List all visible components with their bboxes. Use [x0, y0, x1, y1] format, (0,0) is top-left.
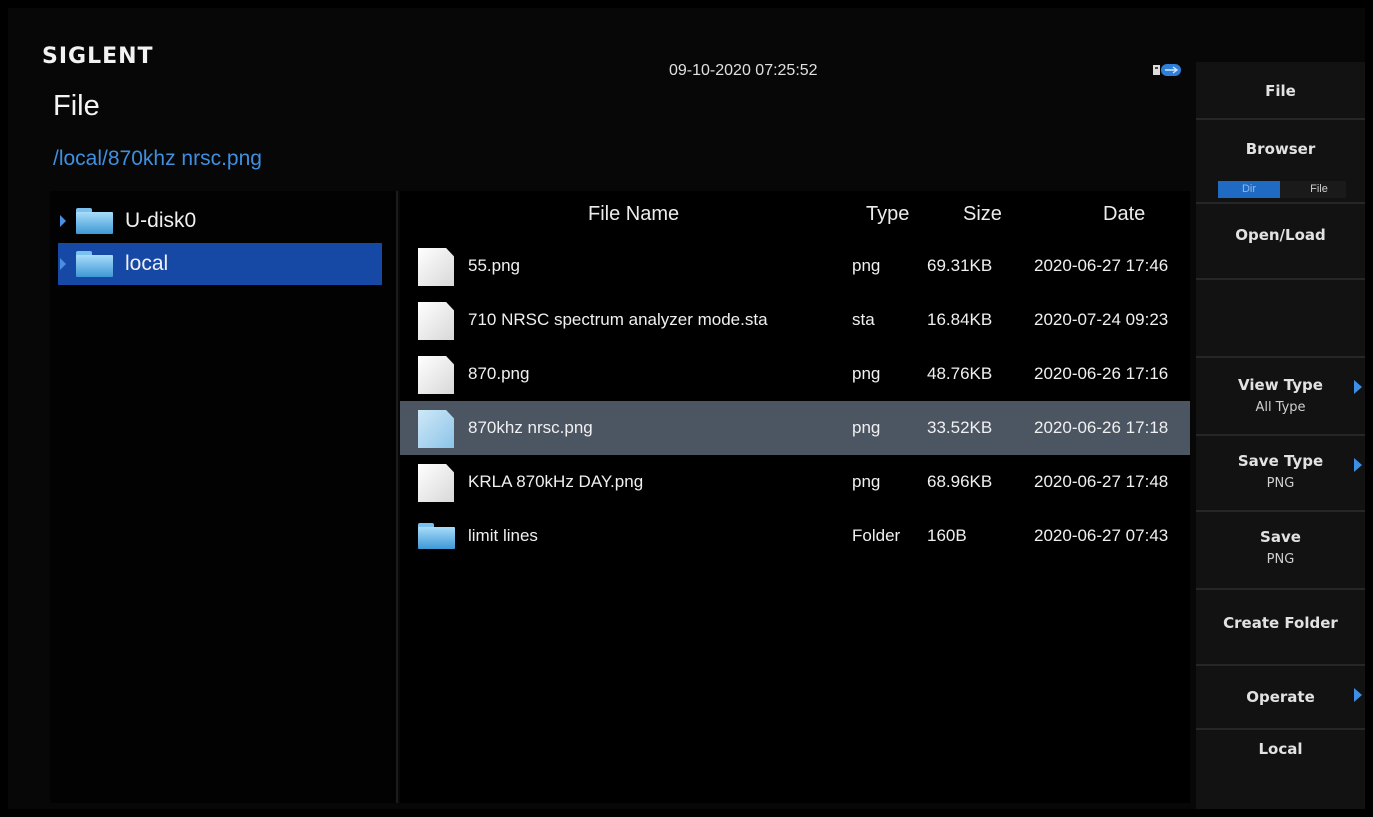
column-header-size[interactable]: Size [963, 203, 1002, 226]
local-label: Local [1258, 740, 1303, 758]
folder-row[interactable]: limit lines Folder 160B 2020-06-27 07:43 [400, 509, 1190, 563]
file-date: 2020-06-27 07:43 [1034, 526, 1169, 545]
file-icon [418, 302, 454, 340]
browser-softkey[interactable]: Browser Dir File [1196, 120, 1365, 204]
browser-toggle[interactable]: Dir File [1218, 181, 1346, 198]
submenu-arrow-icon [1354, 458, 1362, 472]
column-header-date[interactable]: Date [1103, 203, 1145, 226]
file-size: 16.84KB [927, 310, 993, 329]
save-label: Save [1260, 528, 1301, 546]
open-load-label: Open/Load [1235, 226, 1326, 244]
file-name: 55.png [468, 256, 520, 275]
file-row[interactable]: 55.png png 69.31KB 2020-06-27 17:46 [400, 239, 1190, 293]
open-load-button[interactable]: Open/Load [1196, 204, 1365, 280]
view-type-value: All Type [1255, 400, 1306, 415]
create-folder-label: Create Folder [1223, 614, 1338, 632]
file-name: limit lines [468, 526, 538, 545]
browser-label: Browser [1245, 140, 1316, 158]
file-icon [418, 410, 454, 448]
submenu-arrow-icon [1354, 380, 1362, 394]
tree-item-label: local [125, 252, 169, 275]
file-type: png [852, 472, 881, 491]
local-softkey[interactable]: Local [1196, 730, 1365, 809]
operate-softkey[interactable]: Operate [1196, 666, 1365, 730]
file-size: 69.31KB [927, 256, 993, 275]
menu-title-label: File [1265, 82, 1296, 100]
usb-storage-icon [1153, 64, 1181, 76]
file-row-selected[interactable]: 870khz nrsc.png png 33.52KB 2020-06-26 1… [400, 401, 1190, 455]
file-date: 2020-06-27 17:46 [1034, 256, 1169, 275]
expand-arrow-icon[interactable] [60, 215, 66, 227]
save-type-label: Save Type [1237, 452, 1324, 470]
file-size: 48.76KB [927, 364, 993, 383]
file-type: png [852, 364, 881, 383]
file-row[interactable]: 870.png png 48.76KB 2020-06-26 17:16 [400, 347, 1190, 401]
file-size: 68.96KB [927, 472, 993, 491]
page-title: File [53, 90, 100, 122]
save-type-softkey[interactable]: Save Type PNG [1196, 436, 1365, 512]
file-size: 33.52KB [927, 418, 993, 437]
operate-label: Operate [1246, 688, 1315, 706]
view-type-label: View Type [1238, 376, 1323, 394]
file-manager-screen: SIGLENT File 09-10-2020 07:25:52 /local/… [8, 8, 1365, 809]
column-header-name[interactable]: File Name [588, 203, 679, 226]
file-name: 710 NRSC spectrum analyzer mode.sta [468, 310, 768, 329]
softkey-menu: File Browser Dir File Open/Load View Typ… [1196, 62, 1365, 809]
file-icon [418, 248, 454, 286]
folder-icon [418, 523, 455, 549]
file-type: png [852, 256, 881, 275]
create-folder-button[interactable]: Create Folder [1196, 590, 1365, 666]
file-icon [418, 356, 454, 394]
file-date: 2020-06-26 17:16 [1034, 364, 1169, 383]
directory-tree: U-disk0 local [50, 191, 398, 803]
expand-arrow-icon[interactable] [60, 258, 66, 270]
file-name: 870khz nrsc.png [468, 418, 593, 437]
column-header-type[interactable]: Type [866, 203, 909, 226]
file-type: png [852, 418, 881, 437]
submenu-arrow-icon [1354, 688, 1362, 702]
folder-icon [76, 251, 113, 277]
file-type: sta [852, 310, 875, 329]
file-date: 2020-06-27 17:48 [1034, 472, 1169, 491]
empty-softkey [1196, 280, 1365, 358]
file-list: File Name Type Size Date 55.png png 69.3… [400, 191, 1190, 803]
tree-item-label: U-disk0 [125, 209, 197, 232]
save-button[interactable]: Save PNG [1196, 512, 1365, 590]
tree-item-local[interactable]: local [58, 243, 382, 285]
view-type-softkey[interactable]: View Type All Type [1196, 358, 1365, 436]
save-value: PNG [1266, 552, 1295, 567]
file-name: KRLA 870kHz DAY.png [468, 472, 644, 491]
file-date: 2020-07-24 09:23 [1034, 310, 1169, 329]
file-row[interactable]: 710 NRSC spectrum analyzer mode.sta sta … [400, 293, 1190, 347]
menu-title: File [1196, 62, 1365, 120]
save-type-value: PNG [1266, 476, 1295, 491]
current-path: /local/870khz nrsc.png [53, 147, 262, 170]
file-size: 160B [927, 526, 967, 545]
file-name: 870.png [468, 364, 530, 383]
brand-logo: SIGLENT [42, 44, 154, 69]
folder-icon [76, 208, 113, 234]
option-file[interactable]: File [1292, 181, 1346, 198]
file-type: Folder [852, 526, 901, 545]
file-date: 2020-06-26 17:18 [1034, 418, 1169, 437]
file-row[interactable]: KRLA 870kHz DAY.png png 68.96KB 2020-06-… [400, 455, 1190, 509]
file-icon [418, 464, 454, 502]
tree-item-u-disk0[interactable]: U-disk0 [58, 200, 382, 242]
option-dir[interactable]: Dir [1218, 181, 1280, 198]
datetime-display: 09-10-2020 07:25:52 [669, 62, 818, 79]
